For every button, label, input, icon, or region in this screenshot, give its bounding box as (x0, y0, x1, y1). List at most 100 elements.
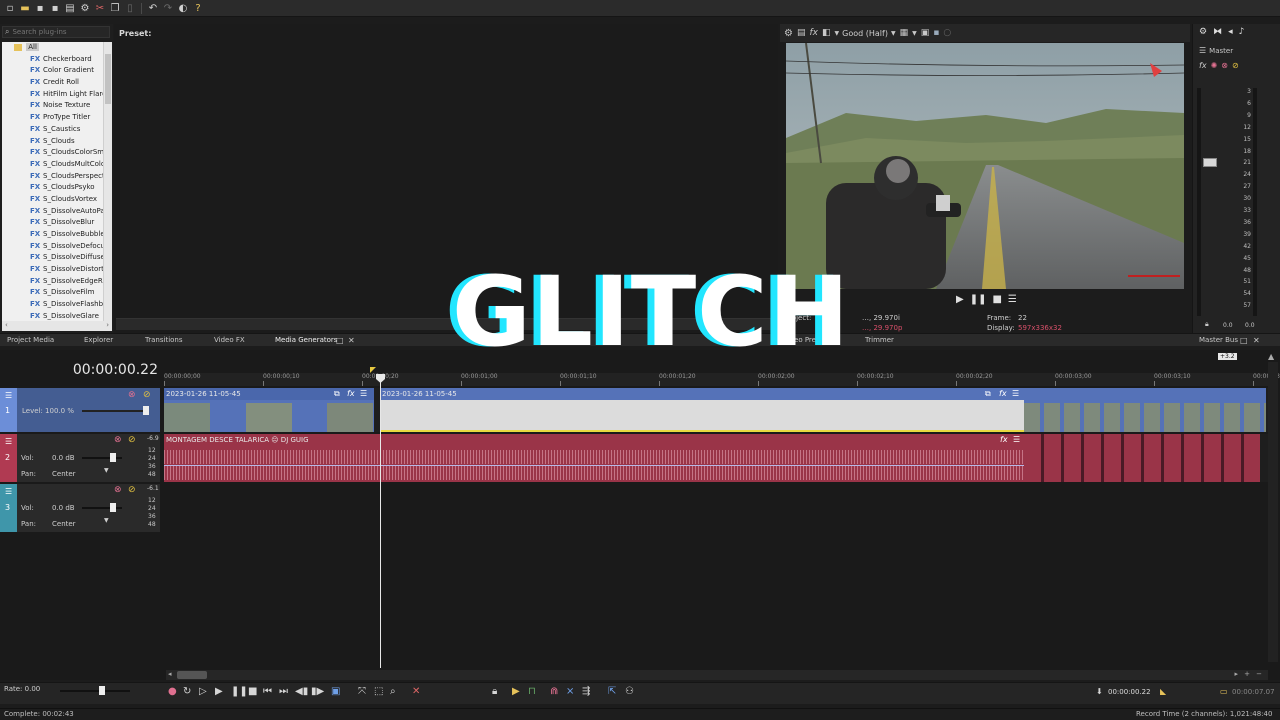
record-icon[interactable]: ● (168, 686, 177, 698)
maximize-icon[interactable]: □ (336, 335, 344, 346)
paste-icon[interactable]: ▯ (124, 2, 136, 14)
preview-quality-dropdown[interactable]: ▼ Good (Half) ▼ (835, 29, 896, 38)
play-from-start-icon[interactable]: ▷ (199, 686, 207, 698)
mute-icon[interactable]: ⊗ (128, 390, 136, 400)
menu-icon[interactable]: ☰ (360, 389, 367, 398)
speaker-icon[interactable]: ♪ (1239, 27, 1245, 37)
play-icon[interactable]: ▶ (215, 686, 223, 698)
mono-downmix-icon[interactable]: ⧓ (1213, 27, 1222, 37)
mute-icon[interactable]: ⊗ (114, 435, 122, 445)
list-item[interactable]: FX S_DissolveEdgeRays (2, 276, 112, 288)
overlays-grid-icon[interactable]: ▦ (900, 28, 909, 38)
fx-icon[interactable]: fx (347, 389, 355, 398)
tab-media-generators[interactable]: Media Generators (275, 335, 337, 346)
master-fader[interactable] (1203, 158, 1217, 167)
plugin-tree-scrollbar[interactable] (103, 42, 112, 321)
pan-slider-handle[interactable]: ▼ (104, 517, 109, 524)
save-as-icon[interactable]: ▪ (49, 2, 61, 14)
list-item[interactable]: FX S_Caustics (2, 124, 112, 136)
audio-track-lane-2[interactable] (164, 484, 1268, 532)
region-icon[interactable]: ⊓ (528, 686, 536, 698)
open-folder-icon[interactable]: ▬ (19, 2, 31, 14)
lock-icon[interactable]: 🔒︎ (1205, 320, 1209, 329)
solo-icon[interactable]: ⊘ (1232, 61, 1239, 70)
marker-icon[interactable]: ▶ (512, 686, 520, 698)
timeline-cursor-time[interactable]: 00:00:00.22 (8, 362, 158, 378)
maximize-icon[interactable]: □ (1240, 335, 1248, 346)
ignore-grouping-icon[interactable]: ⚇ (625, 686, 634, 698)
list-item[interactable]: FX S_DissolveFilm (2, 287, 112, 299)
properties-gear-icon[interactable]: ⚙ (79, 2, 91, 14)
tab-project-media[interactable]: Project Media (7, 335, 54, 346)
previous-frame-icon[interactable]: ◀▮ (295, 686, 308, 698)
list-item[interactable]: FX S_CloudsVortex (2, 194, 112, 206)
rate-slider-handle[interactable] (99, 686, 105, 695)
timeline-hscrollbar[interactable]: ◂ ▸ + − (166, 670, 1268, 680)
video-event-2[interactable]: 2023-01-26 11-05-45 ⧉ fx ☰ (380, 388, 1024, 432)
close-icon[interactable]: ✕ (348, 335, 355, 346)
selection-tool-icon[interactable]: ⬚ (374, 686, 383, 698)
redo-icon[interactable]: ↷ (162, 2, 174, 14)
dim-output-icon[interactable]: ◂ (1228, 27, 1233, 37)
fx-icon[interactable]: fx (1000, 435, 1008, 444)
playhead-line[interactable] (380, 374, 381, 668)
help-icon[interactable]: ? (192, 2, 204, 14)
selection-length-value[interactable]: 00:00:07.07 (1232, 688, 1275, 696)
plugin-tree[interactable]: All FX Checkerboard FX Color Gradient FX Cred… (2, 42, 112, 321)
search-input[interactable] (12, 28, 101, 36)
crop-icon[interactable]: ⧉ (334, 389, 340, 399)
lock-envelopes-icon[interactable]: ⇱ (608, 686, 616, 698)
list-item[interactable]: FX S_DissolveDistort (2, 264, 112, 276)
mute-icon[interactable]: ⊗ (114, 485, 122, 495)
list-item[interactable]: FXS_CloudsColorSmooth (2, 147, 112, 159)
tab-video-fx[interactable]: Video FX (214, 335, 245, 346)
go-to-end-icon[interactable]: ⏭ (279, 686, 288, 698)
zoom-tool-icon[interactable]: ⌕ (390, 686, 396, 698)
next-frame-icon[interactable]: ▮▶ (311, 686, 324, 698)
zoom-out-icon[interactable]: − (1256, 670, 1262, 678)
list-item[interactable]: FX S_DissolveBubble (2, 229, 112, 241)
list-item[interactable]: FX S_CloudsMultColor (2, 159, 112, 171)
tree-item-root[interactable]: All (2, 42, 112, 54)
play-icon[interactable]: ▶ (956, 294, 964, 305)
undo-icon[interactable]: ↶ (147, 2, 159, 14)
save-snapshot-icon[interactable]: ▪ (933, 28, 939, 38)
list-item[interactable]: FX S_DissolveFlashbulb (2, 299, 112, 311)
track-header-audio-1[interactable]: ☰ 2 Vol: 0.0 dB Pan: Center ▼ ⊗ ⊘ -6.9 1… (0, 434, 160, 482)
tab-master-bus[interactable]: Master Bus (1199, 335, 1238, 346)
volume-slider-handle[interactable] (110, 503, 116, 512)
menu-icon[interactable]: ☰ (5, 487, 12, 496)
audio-event-1[interactable]: MONTAGEM DESCE TALARICA ☹ DJ GUIG fx ☰ (164, 434, 1024, 482)
close-preview-icon[interactable]: ○ (943, 28, 951, 38)
stop-icon[interactable]: ■ (248, 686, 257, 698)
copy-snapshot-icon[interactable]: ▣ (921, 28, 930, 38)
gear-icon[interactable]: ⚙ (784, 28, 793, 39)
ripple-edit-icon[interactable]: ⇶ (582, 686, 590, 698)
auto-crossfade-icon[interactable]: ⨯ (566, 686, 574, 698)
list-item[interactable]: FX Color Gradient (2, 65, 112, 77)
lock-icon[interactable]: 🔒︎ (492, 686, 497, 698)
list-item[interactable]: FX Noise Texture (2, 100, 112, 112)
crop-icon[interactable]: ⧉ (985, 389, 991, 399)
timeline-vscrollbar[interactable] (1268, 362, 1278, 662)
pause-icon[interactable]: ❚❚ (970, 294, 987, 305)
normal-edit-tool-icon[interactable]: ▣ (331, 686, 340, 698)
snapping-icon[interactable]: ⋒ (550, 686, 558, 698)
menu-icon[interactable]: ☰ (1012, 389, 1019, 398)
automation-icon[interactable]: ✺ (1211, 61, 1218, 70)
menu-icon[interactable]: ☰ (5, 391, 12, 400)
scroll-up-icon[interactable]: ▲ (1268, 352, 1274, 361)
solo-icon[interactable]: ⊘ (128, 435, 136, 445)
go-to-start-icon[interactable]: ⏮ (263, 686, 272, 698)
plugin-tree-hscrollbar[interactable]: ‹ › (2, 321, 112, 331)
solo-icon[interactable]: ⊘ (128, 485, 136, 495)
enable-snapping-icon[interactable]: ◐ (177, 2, 189, 14)
list-item[interactable]: FX S_Clouds (2, 136, 112, 148)
zoom-in-icon[interactable]: + (1244, 670, 1250, 678)
list-item[interactable]: FX S_DissolveAutoPaint (2, 206, 112, 218)
volume-slider-handle[interactable] (110, 453, 116, 462)
chevron-down-icon[interactable]: ▼ (912, 30, 917, 37)
list-item[interactable]: FX Checkerboard (2, 54, 112, 66)
save-icon[interactable]: ▪ (34, 2, 46, 14)
list-item[interactable]: FX HitFilm Light Flares (2, 89, 112, 101)
